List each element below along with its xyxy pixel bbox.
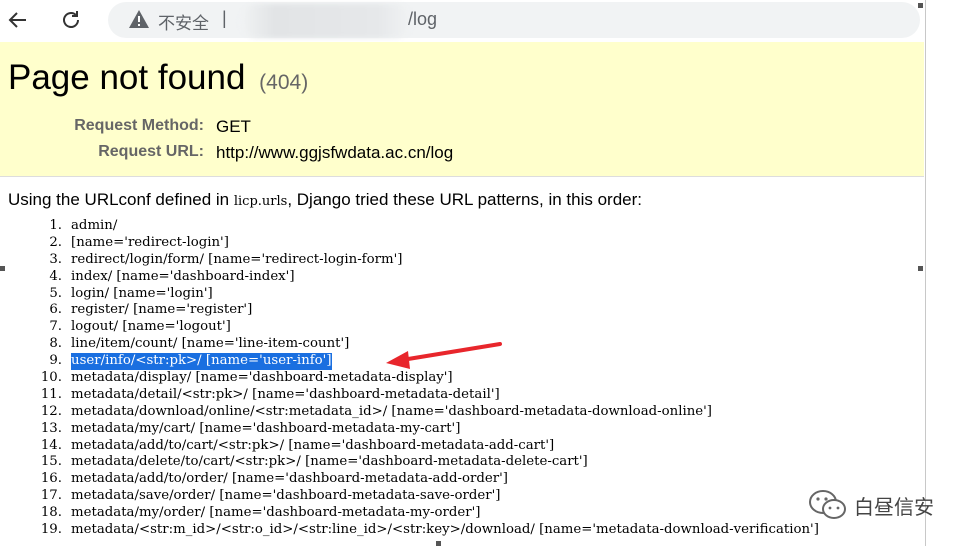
not-secure-label[interactable]: 不安全: [158, 9, 209, 34]
pattern-number: 9.: [49, 353, 62, 369]
url-pattern-row: 11. metadata/detail/<str:pk>/ [name='dash…: [0, 387, 926, 404]
url-pattern-row: 15. metadata/delete/to/cart/<str:pk>/ [na…: [0, 454, 926, 471]
pattern-number: 7.: [49, 319, 62, 335]
url-pattern-row: 13. metadata/my/cart/ [name='dashboard-me…: [0, 421, 926, 438]
url-pattern-row: 17. metadata/save/order/ [name='dashboard…: [0, 488, 926, 505]
pattern-number: 4.: [49, 268, 62, 284]
pattern-text[interactable]: metadata/my/order/ [name='dashboard-meta…: [71, 505, 480, 522]
pattern-number: 19.: [40, 522, 62, 538]
url-pattern-row: 4. index/ [name='dashboard-index']: [0, 269, 926, 286]
request-method-value: GET: [216, 117, 251, 136]
pattern-text[interactable]: metadata/delete/to/cart/<str:pk>/ [name=…: [71, 454, 588, 471]
url-path[interactable]: /log: [408, 9, 437, 30]
intro-before: Using the URLconf defined in: [8, 190, 234, 209]
watermark: 白昼信安: [808, 488, 934, 522]
url-pattern-row: 12. metadata/download/online/<str:metadat…: [0, 404, 926, 421]
pattern-number: 6.: [49, 302, 62, 318]
url-pattern-row: 14. metadata/add/to/cart/<str:pk>/ [name=…: [0, 438, 926, 455]
url-pattern-row: 18. metadata/my/order/ [name='dashboard-m…: [0, 505, 926, 522]
pattern-number: 5.: [49, 285, 62, 301]
back-arrow-icon: [8, 12, 26, 28]
pattern-text[interactable]: [name='redirect-login']: [71, 235, 229, 252]
pattern-number: 11.: [40, 386, 62, 402]
pattern-text[interactable]: metadata/<str:m_id>/<str:o_id>/<str:line…: [71, 522, 819, 539]
resize-handle-top-right[interactable]: [918, 3, 923, 8]
resize-handle-bottom[interactable]: [436, 541, 441, 546]
urlconf-intro: Using the URLconf defined in licp.urls, …: [8, 190, 642, 210]
pattern-number: 8.: [49, 336, 62, 352]
pattern-text[interactable]: admin/: [71, 218, 117, 235]
pattern-text[interactable]: logout/ [name='logout']: [71, 319, 231, 336]
pattern-text[interactable]: metadata/save/order/ [name='dashboard-me…: [71, 488, 500, 505]
pattern-number: 3.: [49, 251, 62, 267]
pattern-number: 12.: [40, 403, 62, 419]
reload-icon: [63, 11, 79, 28]
status-code: (404): [259, 71, 309, 94]
pattern-number: 17.: [40, 488, 62, 504]
resize-handle-left[interactable]: [0, 266, 5, 271]
highlighted-pattern-text[interactable]: user/info/<str:pk>/ [name='user-info']: [71, 353, 332, 371]
pattern-text[interactable]: metadata/download/online/<str:metadata_i…: [71, 404, 712, 421]
wechat-icon: [809, 490, 846, 519]
request-method-label: Request Method:: [74, 117, 204, 134]
pattern-text[interactable]: register/ [name='register']: [71, 302, 252, 319]
omnibox-separator: |: [222, 8, 227, 28]
pattern-text[interactable]: login/ [name='login']: [71, 286, 213, 303]
watermark-text: 白昼信安: [854, 494, 934, 519]
urlconf-module: licp.urls: [233, 194, 288, 209]
pattern-text[interactable]: metadata/add/to/cart/<str:pk>/ [name='da…: [71, 438, 554, 455]
title-text: Page not found: [8, 58, 246, 97]
pattern-number: 2.: [49, 234, 62, 250]
url-pattern-row: 2. [name='redirect-login']: [0, 235, 926, 252]
url-patterns-list: 1. admin/2. [name='redirect-login'] 3. redir…: [0, 218, 926, 539]
url-pattern-row: 19. metadata/<str:m_id>/<str:o_id>/<str:l…: [0, 522, 926, 539]
url-pattern-row: 5. login/ [name='login']: [0, 286, 926, 303]
pattern-number: 1.: [49, 218, 62, 233]
address-bar[interactable]: [108, 2, 920, 38]
pattern-text[interactable]: line/item/count/ [name='line-item-count'…: [71, 336, 349, 353]
warning-icon[interactable]: [128, 8, 150, 30]
pattern-number: 10.: [40, 370, 62, 386]
pattern-text[interactable]: index/ [name='dashboard-index']: [71, 269, 295, 286]
url-pattern-row: 1. admin/: [0, 218, 926, 235]
red-arrow-annotation: [386, 342, 502, 369]
pattern-text[interactable]: metadata/detail/<str:pk>/ [name='dashboa…: [71, 387, 500, 404]
resize-handle-right[interactable]: [918, 266, 923, 271]
reload-button[interactable]: [57, 6, 85, 34]
browser-toolbar: 不安全 | /log: [0, 0, 926, 40]
pattern-number: 16.: [40, 471, 62, 487]
pattern-number: 14.: [40, 437, 62, 453]
back-button[interactable]: [4, 6, 32, 34]
url-pattern-row: 3. redirect/login/form/ [name='redirect-l…: [0, 252, 926, 269]
request-url-value: http://www.ggjsfwdata.ac.cn/log: [216, 143, 454, 162]
page-title: Page not found (404): [8, 58, 308, 98]
pattern-number: 15.: [40, 454, 62, 470]
url-pattern-row: 16. metadata/add/to/order/ [name='dashboa…: [0, 471, 926, 488]
request-url-label: Request URL:: [98, 143, 204, 160]
redacted-hostname: [240, 4, 412, 38]
pattern-number: 13.: [40, 420, 62, 436]
intro-after: , Django tried these URL patterns, in th…: [287, 190, 642, 209]
window-edge: [925, 0, 926, 546]
url-pattern-row: 6. register/ [name='register']: [0, 302, 926, 319]
pattern-text[interactable]: metadata/add/to/order/ [name='dashboard-…: [71, 471, 508, 488]
pattern-text[interactable]: redirect/login/form/ [name='redirect-log…: [71, 252, 402, 269]
pattern-number: 18.: [40, 505, 62, 521]
pattern-text[interactable]: metadata/my/cart/ [name='dashboard-metad…: [71, 421, 460, 438]
